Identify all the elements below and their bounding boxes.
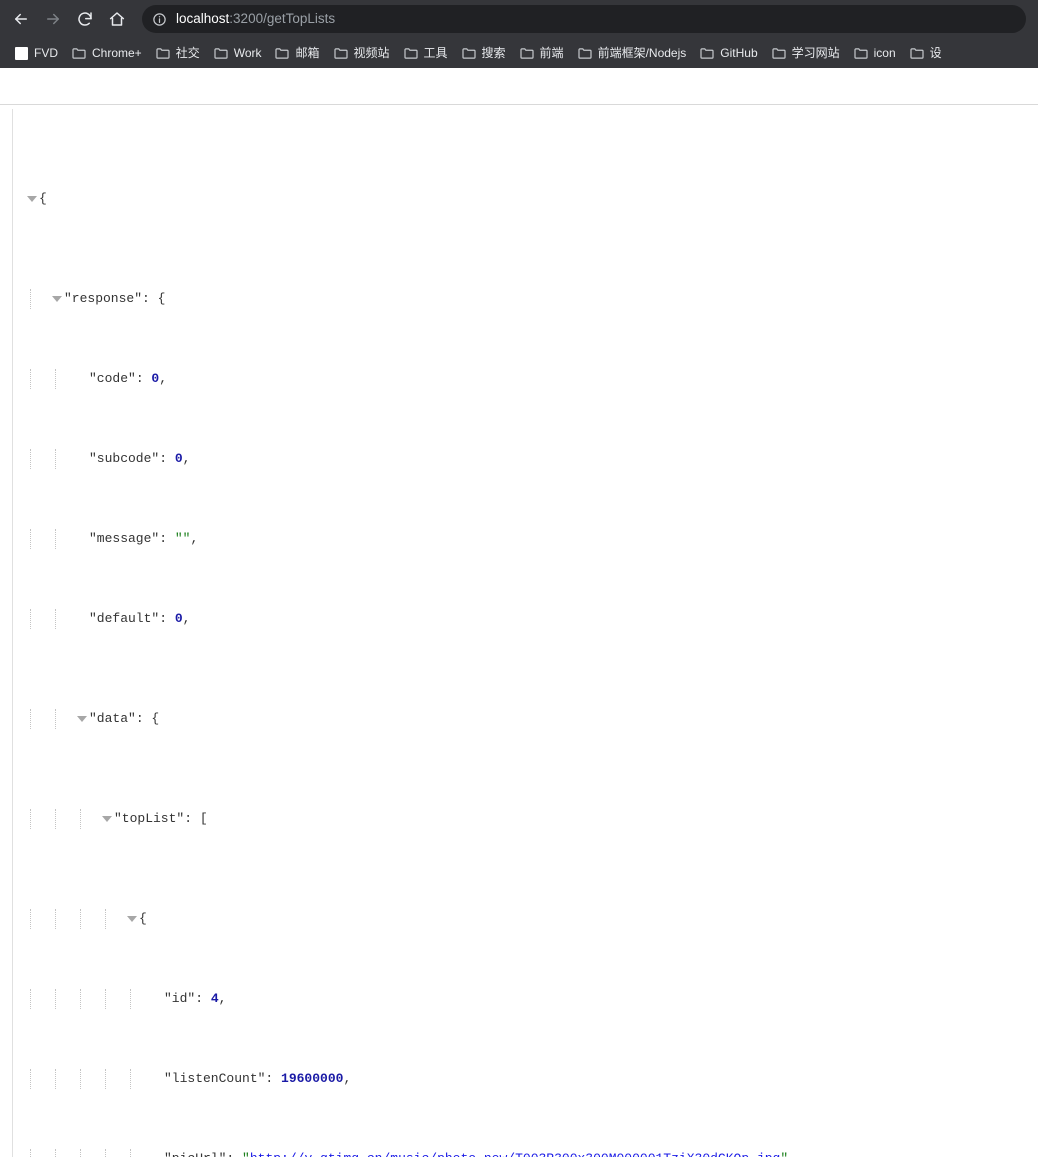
bookmark-item-overflow[interactable]: 设	[903, 42, 949, 64]
folder-icon	[461, 47, 476, 59]
json-key: "data"	[89, 711, 136, 726]
json-key: "picUrl"	[164, 1149, 226, 1157]
collapse-toggle-toplist-0[interactable]	[125, 909, 139, 929]
json-row: "picUrl": "http://y.gtimg.cn/music/photo…	[25, 1149, 1038, 1157]
json-row: "message": "",	[25, 529, 1038, 549]
json-link[interactable]: http://y.gtimg.cn/music/photo_new/T003R3…	[250, 1149, 781, 1157]
bookmark-item-shejiao[interactable]: 社交	[149, 42, 207, 64]
browser-toolbar: localhost:3200/getTopLists	[0, 0, 1038, 38]
folder-icon	[214, 47, 228, 59]
bookmark-item-xuexiwangzhan[interactable]: 学习网站	[765, 42, 847, 64]
page-info-icon[interactable]	[152, 12, 167, 27]
json-key: "code"	[89, 371, 136, 386]
bookmark-label: 学习网站	[791, 46, 840, 60]
json-content: { "response": { "code": 0, "subcode": 0,…	[12, 109, 1038, 1157]
json-value: 19600000	[281, 1071, 344, 1086]
bookmark-item-work[interactable]: Work	[207, 42, 269, 64]
bookmark-item-chrome-plus[interactable]: Chrome+	[65, 42, 149, 64]
collapse-toggle-data[interactable]	[75, 709, 89, 729]
bookmark-item-gongju[interactable]: 工具	[397, 42, 455, 64]
folder-icon	[72, 47, 86, 59]
bookmark-item-github[interactable]: GitHub	[693, 42, 764, 64]
arrow-left-icon	[12, 10, 30, 28]
json-row: {	[25, 189, 1038, 209]
json-value: 0	[174, 451, 183, 466]
folder-icon	[910, 47, 924, 59]
json-key: "default"	[89, 611, 160, 626]
address-bar[interactable]: localhost:3200/getTopLists	[142, 5, 1026, 33]
bookmark-label: Work	[233, 46, 262, 60]
bookmark-label: 搜索	[481, 46, 506, 60]
square-icon	[15, 46, 28, 60]
bookmark-label: 前端框架/Nodejs	[597, 46, 687, 60]
folder-icon	[333, 47, 348, 59]
bookmark-label: Chrome+	[92, 46, 142, 60]
reload-icon	[76, 10, 94, 28]
json-value: 0	[174, 611, 183, 626]
json-row: "listenCount": 19600000,	[25, 1069, 1038, 1089]
url-path: :3200/getTopLists	[229, 11, 336, 26]
bookmarks-bar: FVD Chrome+ 社交 Work 邮箱 视频站 工具 搜索 前端 前端框架…	[0, 38, 1038, 68]
json-key: "message"	[89, 531, 160, 546]
bookmark-item-shipinzhan[interactable]: 视频站	[327, 42, 397, 64]
browser-chrome: localhost:3200/getTopLists FVD Chrome+ 社…	[0, 0, 1038, 68]
json-row: "subcode": 0,	[25, 449, 1038, 469]
bookmark-label: 设	[929, 46, 942, 60]
home-icon	[108, 10, 126, 28]
json-value: 4	[210, 991, 219, 1006]
bookmark-item-qianduan-kuangjia-nodejs[interactable]: 前端框架/Nodejs	[571, 42, 694, 64]
arrow-right-icon	[44, 10, 62, 28]
json-key: "topList"	[114, 811, 185, 826]
collapse-toggle-root[interactable]	[25, 189, 39, 209]
json-value: ""	[174, 531, 191, 546]
json-row: {	[25, 909, 1038, 929]
json-key: "listenCount"	[164, 1071, 266, 1086]
bookmark-label: 社交	[175, 46, 200, 60]
url-host: localhost	[176, 11, 230, 26]
folder-icon	[854, 47, 868, 59]
collapse-toggle-response[interactable]	[50, 289, 64, 309]
json-row: "response": {	[25, 289, 1038, 309]
bookmark-label: GitHub	[720, 46, 758, 60]
json-row: "code": 0,	[25, 369, 1038, 389]
home-button[interactable]	[102, 4, 132, 34]
json-row: "id": 4,	[25, 989, 1038, 1009]
bookmark-label: 工具	[423, 46, 448, 60]
bookmark-item-icon[interactable]: icon	[847, 42, 903, 64]
json-key: "response"	[64, 291, 143, 306]
folder-icon	[772, 47, 786, 59]
json-row: "topList": [	[25, 809, 1038, 829]
json-key: "subcode"	[89, 451, 160, 466]
bookmark-item-youxiang[interactable]: 邮箱	[268, 42, 326, 64]
json-key: "id"	[164, 991, 196, 1006]
reload-button[interactable]	[70, 4, 100, 34]
json-row: "default": 0,	[25, 609, 1038, 629]
bookmark-item-qianduan[interactable]: 前端	[513, 42, 571, 64]
folder-icon	[577, 47, 592, 59]
json-row: "data": {	[25, 709, 1038, 729]
folder-icon	[403, 47, 418, 59]
bookmark-label: 视频站	[353, 46, 390, 60]
forward-button[interactable]	[38, 4, 68, 34]
json-viewer: { "response": { "code": 0, "subcode": 0,…	[0, 68, 1038, 1157]
folder-icon	[700, 47, 714, 59]
bookmark-item-fvd[interactable]: FVD	[8, 42, 65, 64]
back-button[interactable]	[6, 4, 36, 34]
folder-icon	[275, 47, 290, 59]
bookmark-label: 前端	[539, 46, 564, 60]
collapse-toggle-toplist[interactable]	[100, 809, 114, 829]
bookmark-item-sousuo[interactable]: 搜索	[455, 42, 513, 64]
folder-icon	[519, 47, 534, 59]
json-viewer-frame: { "response": { "code": 0, "subcode": 0,…	[0, 104, 1038, 1157]
url-text: localhost:3200/getTopLists	[176, 5, 335, 33]
bookmark-label: 邮箱	[295, 46, 320, 60]
json-value: 0	[151, 371, 160, 386]
bookmark-label: FVD	[34, 46, 58, 60]
bookmark-label: icon	[873, 46, 896, 60]
folder-icon	[156, 47, 170, 59]
